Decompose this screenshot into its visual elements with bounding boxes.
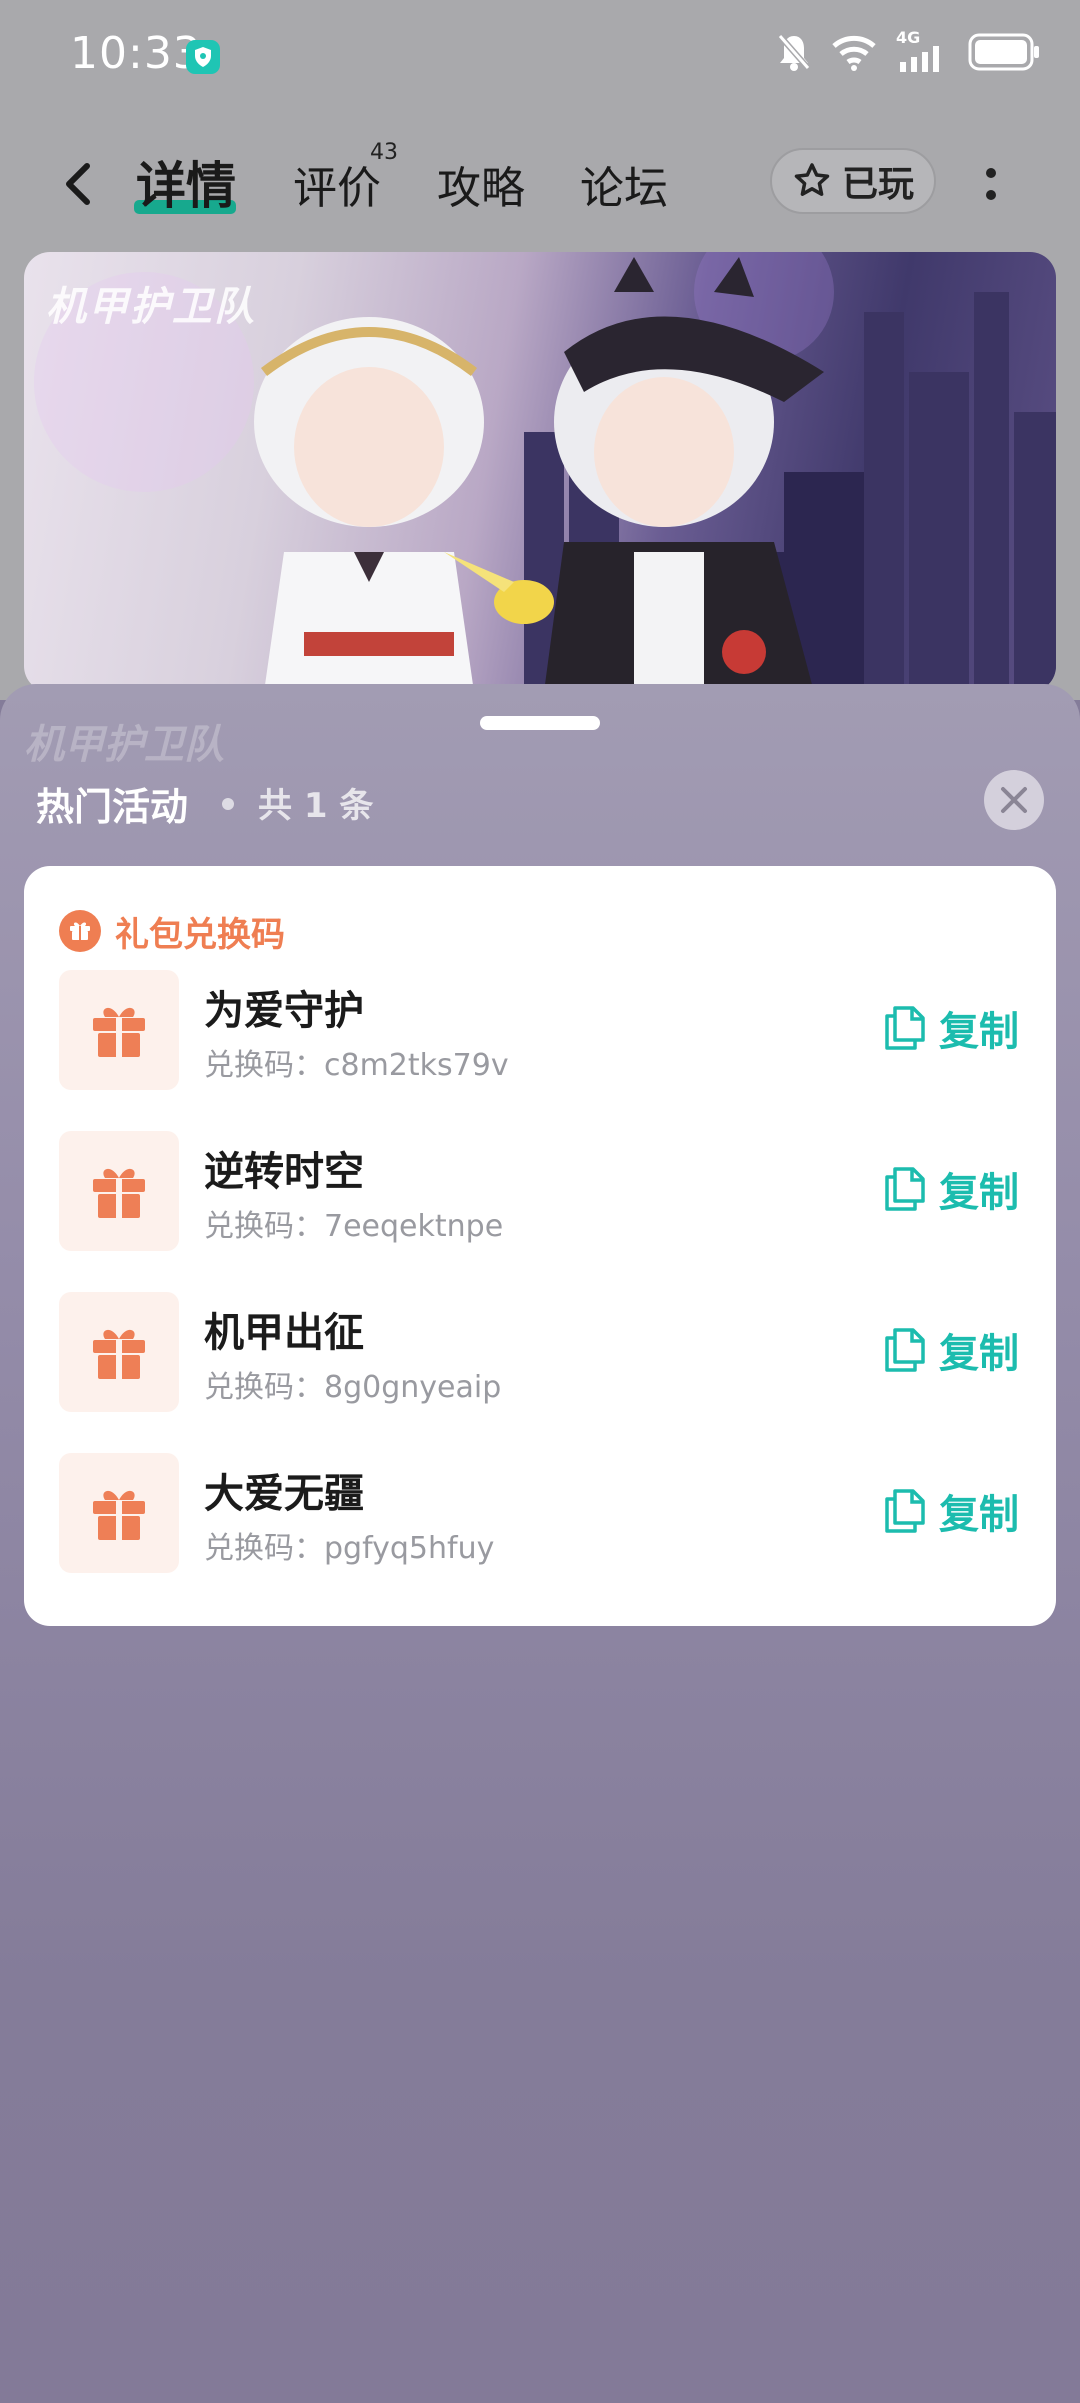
tab-forum[interactable]: 论坛 xyxy=(580,152,668,216)
sheet-drag-handle[interactable] xyxy=(480,716,600,730)
gift-name: 逆转时空 xyxy=(204,1149,364,1195)
banner-logo: 机甲护卫队 xyxy=(46,283,256,330)
sheet-count: 共 1 条 xyxy=(258,786,374,826)
copy-icon xyxy=(885,1167,925,1211)
mute-bell-icon xyxy=(777,34,811,71)
copy-button[interactable]: 复制 xyxy=(883,1481,1019,1541)
tab-guides[interactable]: 攻略 xyxy=(437,152,525,216)
card-title: 礼包兑换码 xyxy=(115,914,285,955)
sheet-banner-logo: 机甲护卫队 xyxy=(24,721,224,768)
back-arrow-icon[interactable] xyxy=(55,154,105,214)
star-outline-icon xyxy=(794,163,830,196)
copy-label: 复制 xyxy=(939,1009,1019,1055)
gift-code-line: 兑换码：7eeqektnpe xyxy=(204,1201,503,1245)
gift-name: 机甲出征 xyxy=(204,1310,364,1356)
code-value: 7eeqektnpe xyxy=(324,1209,504,1244)
status-icons: 4G xyxy=(776,28,1040,72)
top-navigation: 详情 评价 43 攻略 论坛 已玩 xyxy=(0,140,1080,250)
copy-icon xyxy=(885,1006,925,1050)
played-button[interactable]: 已玩 xyxy=(770,148,936,214)
battery-icon xyxy=(968,33,1039,71)
reviews-count: 43 xyxy=(370,140,398,165)
network-type-label: 4G xyxy=(896,28,921,47)
gift-code-item: 大爱无疆 兑换码：pgfyq5hfuy 复制 xyxy=(59,1451,1019,1575)
gift-icon xyxy=(59,970,179,1090)
copy-button[interactable]: 复制 xyxy=(883,1320,1019,1380)
code-prefix: 兑换码： xyxy=(204,1370,324,1405)
code-prefix: 兑换码： xyxy=(204,1531,324,1566)
code-value: pgfyq5hfuy xyxy=(324,1531,495,1566)
copy-label: 复制 xyxy=(939,1331,1019,1377)
gift-code-line: 兑换码：pgfyq5hfuy xyxy=(204,1523,494,1567)
gift-name: 大爱无疆 xyxy=(204,1471,364,1517)
gift-icon xyxy=(59,1292,179,1412)
tab-details[interactable]: 详情 xyxy=(136,146,236,218)
hot-activities-sheet: 机甲护卫队 热门活动 共 1 条 礼包兑换码 为爱守护 兑换码：c8m2tks7… xyxy=(0,684,1080,2403)
gift-code-item: 逆转时空 兑换码：7eeqektnpe 复制 xyxy=(59,1129,1019,1253)
copy-label: 复制 xyxy=(939,1170,1019,1216)
gift-code-item: 为爱守护 兑换码：c8m2tks79v 复制 xyxy=(59,968,1019,1092)
gift-code-card: 礼包兑换码 为爱守护 兑换码：c8m2tks79v 复制 逆转时空 兑换码：7e… xyxy=(24,866,1056,1626)
copy-button[interactable]: 复制 xyxy=(883,998,1019,1058)
sheet-title: 热门活动 xyxy=(36,785,189,829)
code-prefix: 兑换码： xyxy=(204,1048,324,1083)
separator-dot xyxy=(222,798,234,810)
copy-icon xyxy=(885,1328,925,1372)
gift-name: 为爱守护 xyxy=(204,988,364,1034)
code-value: c8m2tks79v xyxy=(324,1048,509,1083)
game-banner[interactable]: 机甲护卫队 xyxy=(24,252,1056,692)
gift-code-item: 机甲出征 兑换码：8g0gnyeaip 复制 xyxy=(59,1290,1019,1414)
status-time: 10:33 xyxy=(70,28,202,79)
copy-icon xyxy=(885,1489,925,1533)
vpn-shield-icon xyxy=(186,40,220,74)
played-label: 已玩 xyxy=(841,164,914,205)
gift-code-line: 兑换码：c8m2tks79v xyxy=(204,1040,509,1084)
more-options-icon[interactable] xyxy=(980,160,1002,210)
code-value: 8g0gnyeaip xyxy=(324,1370,502,1405)
gift-code-line: 兑换码：8g0gnyeaip xyxy=(204,1362,501,1406)
cellular-signal-icon: 4G xyxy=(896,28,950,72)
gift-badge-icon xyxy=(59,910,101,952)
close-button[interactable] xyxy=(984,770,1044,830)
tab-reviews[interactable]: 评价 xyxy=(293,152,381,216)
gift-icon xyxy=(59,1131,179,1251)
gift-icon xyxy=(59,1453,179,1573)
status-bar: 10:33 4G xyxy=(0,0,1080,110)
card-header: 礼包兑换码 xyxy=(59,906,285,956)
code-prefix: 兑换码： xyxy=(204,1209,324,1244)
copy-label: 复制 xyxy=(939,1492,1019,1538)
wifi-icon xyxy=(832,35,876,71)
close-icon xyxy=(1001,787,1027,813)
copy-button[interactable]: 复制 xyxy=(883,1159,1019,1219)
